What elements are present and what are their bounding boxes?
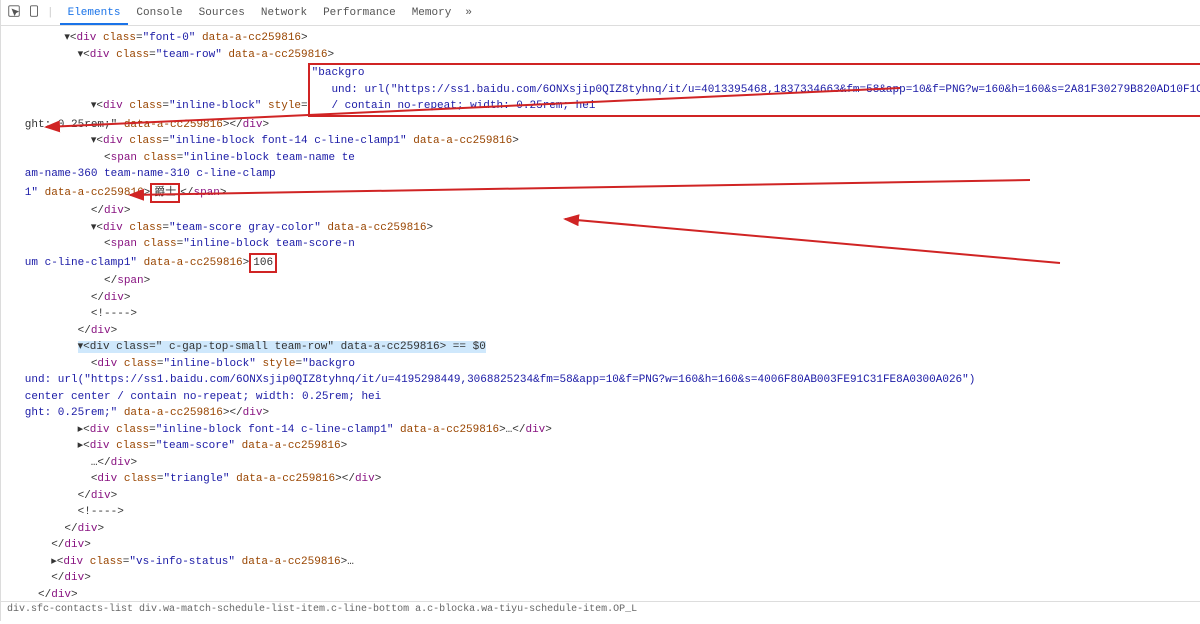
device-icon[interactable]	[27, 4, 41, 22]
devtools-tab-performance[interactable]: Performance	[315, 3, 404, 23]
inspect-icon[interactable]	[7, 4, 21, 22]
devtools-tab-sources[interactable]: Sources	[191, 3, 253, 23]
devtools-tab-network[interactable]: Network	[253, 3, 315, 23]
elements-tree[interactable]: ▾<div class="font-0" data-a-cc259816> ▾<…	[1, 26, 1200, 601]
devtools-tab-elements[interactable]: Elements	[60, 3, 129, 25]
dom-breadcrumb[interactable]: div.sfc-contacts-list div.wa-match-sched…	[1, 601, 1200, 621]
devtools-tab-console[interactable]: Console	[128, 3, 190, 23]
devtools-tabs: | ElementsConsoleSourcesNetworkPerforman…	[1, 0, 1200, 26]
devtools-pane: | ElementsConsoleSourcesNetworkPerforman…	[1, 0, 1200, 621]
devtools-tab-memory[interactable]: Memory	[404, 3, 460, 23]
